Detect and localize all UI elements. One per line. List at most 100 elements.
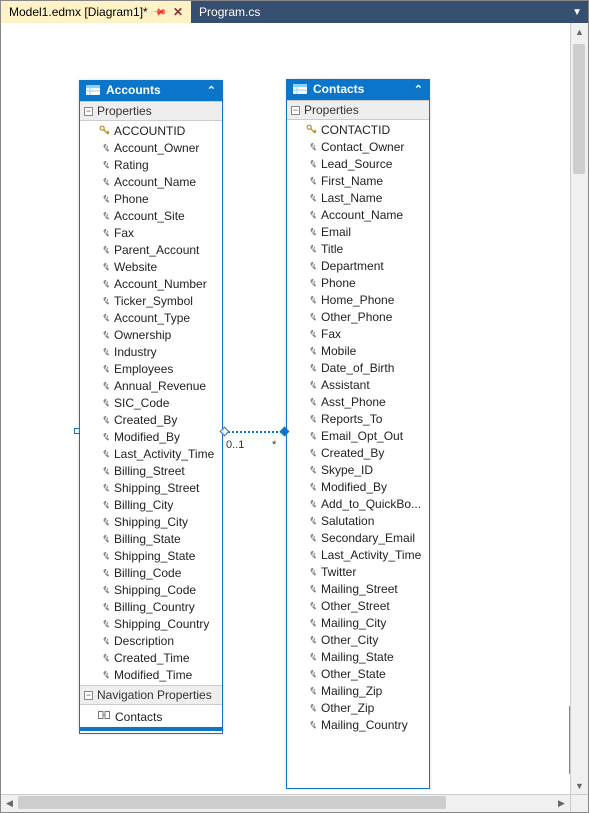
- property-row[interactable]: Industry: [80, 343, 222, 360]
- entity-header[interactable]: Contacts ⌃: [287, 79, 429, 100]
- property-row[interactable]: Skype_ID: [287, 461, 429, 478]
- tab-overflow-dropdown[interactable]: ▼: [572, 1, 582, 23]
- property-row[interactable]: Salutation: [287, 512, 429, 529]
- property-row[interactable]: Billing_Country: [80, 598, 222, 615]
- property-row[interactable]: Account_Type: [80, 309, 222, 326]
- collapse-toggle-icon[interactable]: −: [84, 691, 93, 700]
- property-row[interactable]: Created_Time: [80, 649, 222, 666]
- property-row[interactable]: Last_Activity_Time: [287, 546, 429, 563]
- scroll-thumb[interactable]: [18, 796, 446, 809]
- scroll-thumb[interactable]: [573, 44, 585, 174]
- collapse-toggle-icon[interactable]: −: [84, 107, 93, 116]
- property-row[interactable]: Fax: [80, 224, 222, 241]
- property-row[interactable]: Billing_Street: [80, 462, 222, 479]
- close-icon[interactable]: ✕: [171, 5, 185, 19]
- nav-properties-section-header[interactable]: − Navigation Properties: [80, 685, 222, 705]
- property-row[interactable]: Phone: [80, 190, 222, 207]
- property-row[interactable]: Ownership: [80, 326, 222, 343]
- property-row[interactable]: Date_of_Birth: [287, 359, 429, 376]
- property-row[interactable]: Email_Opt_Out: [287, 427, 429, 444]
- property-row[interactable]: Twitter: [287, 563, 429, 580]
- property-row[interactable]: Department: [287, 257, 429, 274]
- property-row[interactable]: Created_By: [287, 444, 429, 461]
- relationship-connector[interactable]: [224, 431, 286, 433]
- vertical-scrollbar[interactable]: ▲ ▼: [570, 23, 588, 794]
- tab-program-cs[interactable]: Program.cs: [191, 1, 266, 23]
- property-row[interactable]: Annual_Revenue: [80, 377, 222, 394]
- property-row[interactable]: Account_Name: [80, 173, 222, 190]
- scroll-track[interactable]: [571, 40, 588, 777]
- property-row[interactable]: Modified_By: [287, 478, 429, 495]
- property-row[interactable]: Website: [80, 258, 222, 275]
- property-row[interactable]: Phone: [287, 274, 429, 291]
- property-row-key[interactable]: ACCOUNTID: [80, 122, 222, 139]
- scroll-left-icon[interactable]: ◀: [1, 795, 18, 812]
- property-row[interactable]: Account_Number: [80, 275, 222, 292]
- properties-section-header[interactable]: − Properties: [287, 100, 429, 120]
- property-row[interactable]: Mailing_State: [287, 648, 429, 665]
- property-row[interactable]: Mailing_Country: [287, 716, 429, 733]
- property-row[interactable]: Home_Phone: [287, 291, 429, 308]
- property-row[interactable]: Reports_To: [287, 410, 429, 427]
- property-row[interactable]: Last_Activity_Time: [80, 445, 222, 462]
- property-row[interactable]: Mailing_Street: [287, 580, 429, 597]
- property-row[interactable]: SIC_Code: [80, 394, 222, 411]
- diagram-canvas[interactable]: Accounts ⌃ − Properties ACCOUNTIDAccount…: [1, 23, 588, 794]
- property-name: Billing_Code: [114, 565, 181, 581]
- property-row[interactable]: Asst_Phone: [287, 393, 429, 410]
- property-row[interactable]: Rating: [80, 156, 222, 173]
- property-row[interactable]: Assistant: [287, 376, 429, 393]
- property-row[interactable]: Other_State: [287, 665, 429, 682]
- property-row-key[interactable]: CONTACTID: [287, 121, 429, 138]
- property-row[interactable]: Mobile: [287, 342, 429, 359]
- collapse-toggle-icon[interactable]: −: [291, 106, 300, 115]
- property-row[interactable]: Billing_State: [80, 530, 222, 547]
- property-row[interactable]: Parent_Account: [80, 241, 222, 258]
- chevron-up-icon[interactable]: ⌃: [414, 83, 423, 96]
- entity-accounts[interactable]: Accounts ⌃ − Properties ACCOUNTIDAccount…: [79, 80, 223, 734]
- property-row[interactable]: Account_Site: [80, 207, 222, 224]
- property-row[interactable]: Mailing_Zip: [287, 682, 429, 699]
- property-row[interactable]: Employees: [80, 360, 222, 377]
- property-row[interactable]: Email: [287, 223, 429, 240]
- property-row[interactable]: Add_to_QuickBo...: [287, 495, 429, 512]
- property-row[interactable]: Billing_City: [80, 496, 222, 513]
- property-row[interactable]: Account_Owner: [80, 139, 222, 156]
- property-row[interactable]: Shipping_Country: [80, 615, 222, 632]
- property-row[interactable]: Billing_Code: [80, 564, 222, 581]
- property-row[interactable]: Created_By: [80, 411, 222, 428]
- pin-icon[interactable]: 📌: [151, 4, 167, 20]
- property-row[interactable]: Ticker_Symbol: [80, 292, 222, 309]
- property-row[interactable]: Shipping_Street: [80, 479, 222, 496]
- property-row[interactable]: Description: [80, 632, 222, 649]
- property-row[interactable]: First_Name: [287, 172, 429, 189]
- properties-section-header[interactable]: − Properties: [80, 101, 222, 121]
- property-row[interactable]: Lead_Source: [287, 155, 429, 172]
- property-row[interactable]: Contact_Owner: [287, 138, 429, 155]
- scroll-up-icon[interactable]: ▲: [571, 23, 588, 40]
- property-row[interactable]: Shipping_City: [80, 513, 222, 530]
- property-row[interactable]: Mailing_City: [287, 614, 429, 631]
- property-row[interactable]: Title: [287, 240, 429, 257]
- nav-property-row[interactable]: Contacts: [80, 706, 222, 731]
- entity-header[interactable]: Accounts ⌃: [80, 80, 222, 101]
- property-row[interactable]: Last_Name: [287, 189, 429, 206]
- property-row[interactable]: Other_Street: [287, 597, 429, 614]
- scroll-track[interactable]: [18, 795, 553, 812]
- property-row[interactable]: Shipping_Code: [80, 581, 222, 598]
- property-row[interactable]: Secondary_Email: [287, 529, 429, 546]
- scroll-down-icon[interactable]: ▼: [571, 777, 588, 794]
- property-row[interactable]: Fax: [287, 325, 429, 342]
- property-row[interactable]: Other_Phone: [287, 308, 429, 325]
- chevron-up-icon[interactable]: ⌃: [207, 84, 216, 97]
- property-row[interactable]: Shipping_State: [80, 547, 222, 564]
- entity-contacts[interactable]: Contacts ⌃ − Properties CONTACTIDContact…: [286, 79, 430, 789]
- property-row[interactable]: Other_Zip: [287, 699, 429, 716]
- horizontal-scrollbar[interactable]: ◀ ▶: [1, 794, 570, 812]
- property-row[interactable]: Modified_By: [80, 428, 222, 445]
- property-row[interactable]: Account_Name: [287, 206, 429, 223]
- property-row[interactable]: Other_City: [287, 631, 429, 648]
- scroll-right-icon[interactable]: ▶: [553, 795, 570, 812]
- tab-model-edmx[interactable]: Model1.edmx [Diagram1]* 📌 ✕: [1, 1, 191, 23]
- property-row[interactable]: Modified_Time: [80, 666, 222, 683]
